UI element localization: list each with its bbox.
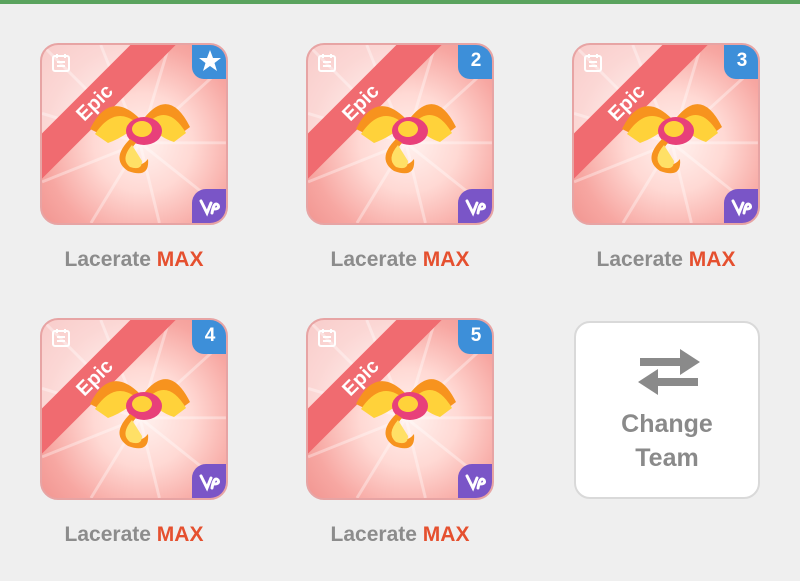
card-info-icon[interactable] — [317, 53, 337, 73]
card-info-icon[interactable] — [51, 328, 71, 348]
creature-name: Lacerate — [64, 248, 151, 271]
dragon-artwork — [90, 379, 190, 449]
slot-number-badge: 2 — [458, 45, 492, 79]
element-badge — [724, 189, 758, 223]
creature-label: Lacerate MAX — [572, 248, 760, 272]
element-icon — [465, 199, 486, 217]
team-slot-1: Epic Lacerate MAX — [40, 43, 230, 293]
change-team-button[interactable]: Change Team — [574, 321, 760, 499]
creature-label: Lacerate MAX — [40, 248, 228, 272]
element-icon — [465, 474, 486, 492]
creature-label: Lacerate MAX — [40, 523, 228, 547]
slot-number-badge: 4 — [192, 320, 226, 354]
element-badge — [192, 189, 226, 223]
creature-label: Lacerate MAX — [306, 523, 494, 547]
creature-level: MAX — [688, 248, 736, 271]
element-badge — [458, 464, 492, 498]
card-info-icon[interactable] — [317, 328, 337, 348]
creature-card[interactable]: Epic 4 — [40, 318, 228, 500]
element-badge — [192, 464, 226, 498]
team-slot-3: Epic 3 Lacerate MAX — [572, 43, 762, 293]
creature-label: Lacerate MAX — [306, 248, 494, 272]
element-icon — [199, 199, 220, 217]
team-grid: Epic Lacerate MAX Epic 2 Lacerate MAX Ep… — [0, 0, 800, 581]
slot-number-badge: 3 — [724, 45, 758, 79]
star-icon — [199, 50, 221, 71]
dragon-artwork — [356, 379, 456, 449]
creature-level: MAX — [156, 523, 204, 546]
leader-star-badge — [192, 45, 226, 79]
creature-name: Lacerate — [64, 523, 151, 546]
dragon-artwork — [622, 104, 722, 174]
team-slot-5: Epic 5 Lacerate MAX — [306, 318, 496, 568]
creature-card[interactable]: Epic 5 — [306, 318, 494, 500]
dragon-artwork — [356, 104, 456, 174]
creature-name: Lacerate — [330, 523, 417, 546]
change-team-line-2: Team — [635, 444, 699, 472]
creature-card[interactable]: Epic — [40, 43, 228, 225]
creature-card[interactable]: Epic 3 — [572, 43, 760, 225]
creature-level: MAX — [422, 523, 470, 546]
element-icon — [199, 474, 220, 492]
change-team-line-1: Change — [621, 410, 713, 438]
team-slot-4: Epic 4 Lacerate MAX — [40, 318, 230, 568]
change-team-label: Change Team — [576, 407, 758, 475]
slot-number-badge: 5 — [458, 320, 492, 354]
element-icon — [731, 199, 752, 217]
creature-level: MAX — [422, 248, 470, 271]
creature-level: MAX — [156, 248, 204, 271]
element-badge — [458, 189, 492, 223]
creature-name: Lacerate — [330, 248, 417, 271]
card-info-icon[interactable] — [51, 53, 71, 73]
card-info-icon[interactable] — [583, 53, 603, 73]
swap-arrows-icon — [638, 349, 700, 395]
creature-name: Lacerate — [596, 248, 683, 271]
team-slot-2: Epic 2 Lacerate MAX — [306, 43, 496, 293]
dragon-artwork — [90, 104, 190, 174]
creature-card[interactable]: Epic 2 — [306, 43, 494, 225]
